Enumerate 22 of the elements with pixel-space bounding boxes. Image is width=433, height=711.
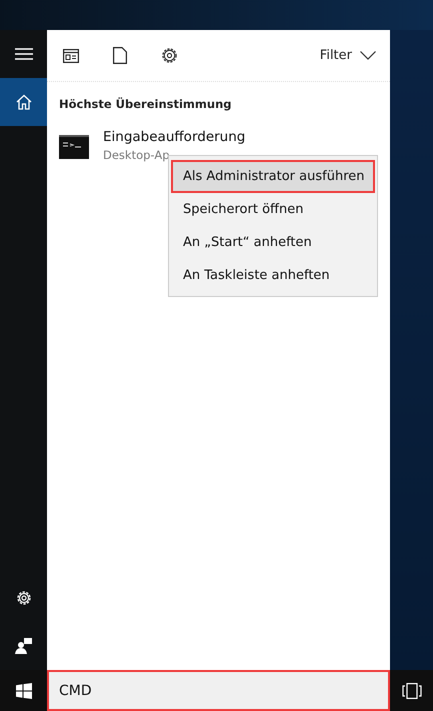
home-item[interactable] bbox=[0, 78, 47, 126]
menu-item[interactable]: An „Start“ anheften bbox=[171, 226, 375, 259]
result-subtitle: Desktop-Ap bbox=[103, 148, 170, 162]
terminal-icon bbox=[59, 135, 89, 159]
section-title: Höchste Übereinstimmung bbox=[58, 96, 232, 111]
task-view-icon[interactable] bbox=[402, 682, 422, 698]
windows-logo-icon[interactable] bbox=[16, 682, 32, 698]
search-field[interactable]: CMD bbox=[47, 670, 390, 711]
settings-icon[interactable] bbox=[161, 47, 178, 64]
settings-icon bbox=[14, 589, 32, 607]
menu-item[interactable]: An Taskleiste anheften bbox=[171, 259, 375, 292]
result-item[interactable]: Eingabeaufforderung Desktop-Ap bbox=[47, 111, 390, 162]
person-icon bbox=[14, 637, 32, 655]
home-icon bbox=[16, 94, 32, 110]
filter-dropdown[interactable]: Filter bbox=[320, 48, 376, 63]
menu-item[interactable]: Speicherort öffnen bbox=[171, 193, 375, 226]
apps-icon[interactable] bbox=[63, 48, 79, 62]
menu-icon bbox=[14, 48, 32, 60]
chevron-down-icon bbox=[360, 51, 376, 60]
menu-item[interactable]: Als Administrator ausführen bbox=[171, 160, 375, 193]
result-title: Eingabeaufforderung bbox=[103, 129, 246, 145]
document-icon[interactable] bbox=[113, 47, 127, 64]
